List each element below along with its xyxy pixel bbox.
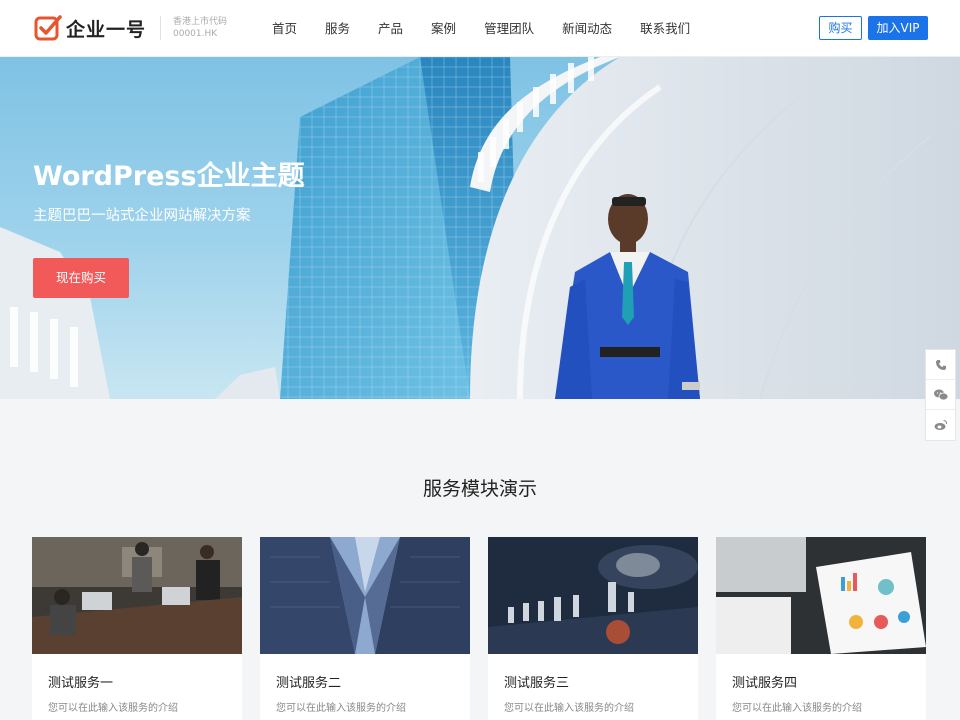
join-vip-button[interactable]: 加入VIP (868, 16, 928, 40)
stock-label: 香港上市代码 (173, 17, 228, 27)
service-card[interactable]: 测试服务三 您可以在此输入该服务的介绍 (488, 537, 698, 720)
stock-info: 香港上市代码 00001.HK (173, 16, 227, 40)
service-card-title: 测试服务三 (504, 676, 570, 691)
service-card-desc: 您可以在此输入该服务的介绍 (48, 703, 178, 714)
services-section-title: 服务模块演示 (422, 478, 537, 500)
nav-item-products[interactable]: 产品 (378, 0, 403, 57)
chess-image (488, 537, 698, 654)
service-card[interactable]: 测试服务四 您可以在此输入该服务的介绍 (716, 537, 926, 720)
buy-now-button[interactable]: 现在购买 (33, 258, 129, 298)
service-card[interactable]: 测试服务一 您可以在此输入该服务的介绍 (32, 537, 242, 720)
nav-item-cases[interactable]: 案例 (431, 0, 456, 57)
logo[interactable]: 企业一号 (34, 14, 146, 42)
buy-button[interactable]: 购买 (819, 16, 862, 40)
nav-item-services[interactable]: 服务 (325, 0, 350, 57)
hero-title: WordPress企业主题 (33, 161, 305, 192)
site-header: 企业一号 香港上市代码 00001.HK 首页 服务 产品 案例 管理团队 新闻… (0, 0, 960, 57)
nav-item-news[interactable]: 新闻动态 (562, 0, 612, 57)
service-card-desc: 您可以在此输入该服务的介绍 (504, 703, 634, 714)
nav-item-team[interactable]: 管理团队 (484, 0, 534, 57)
service-card-desc: 您可以在此输入该服务的介绍 (732, 703, 862, 714)
desk-charts-image (716, 537, 926, 654)
services-card-list: 测试服务一 您可以在此输入该服务的介绍 测试服务二 您可以在此输入该服务的介绍 (32, 537, 944, 720)
floating-contact-bar (925, 349, 956, 441)
hero-background-image (0, 57, 960, 399)
hero-subtitle: 主题巴巴一站式企业网站解决方案 (33, 208, 251, 224)
service-card-desc: 您可以在此输入该服务的介绍 (276, 703, 406, 714)
service-card-title: 测试服务二 (276, 676, 342, 691)
phone-icon[interactable] (926, 350, 955, 380)
checkbox-logo-icon (34, 15, 62, 41)
skyscrapers-image (260, 537, 470, 654)
weibo-icon[interactable] (926, 410, 955, 440)
wechat-icon[interactable] (926, 380, 955, 410)
service-card-title: 测试服务一 (48, 676, 114, 691)
stock-code: 00001.HK (173, 29, 218, 39)
main-nav: 首页 服务 产品 案例 管理团队 新闻动态 联系我们 (272, 0, 718, 57)
service-card[interactable]: 测试服务二 您可以在此输入该服务的介绍 (260, 537, 470, 720)
nav-item-contact[interactable]: 联系我们 (640, 0, 690, 57)
meeting-room-image (32, 537, 242, 654)
logo-text: 企业一号 (66, 18, 147, 41)
hero-banner: WordPress企业主题 主题巴巴一站式企业网站解决方案 现在购买 (0, 57, 960, 399)
nav-item-home[interactable]: 首页 (272, 0, 297, 57)
service-card-title: 测试服务四 (732, 676, 798, 691)
logo-divider (160, 16, 161, 40)
